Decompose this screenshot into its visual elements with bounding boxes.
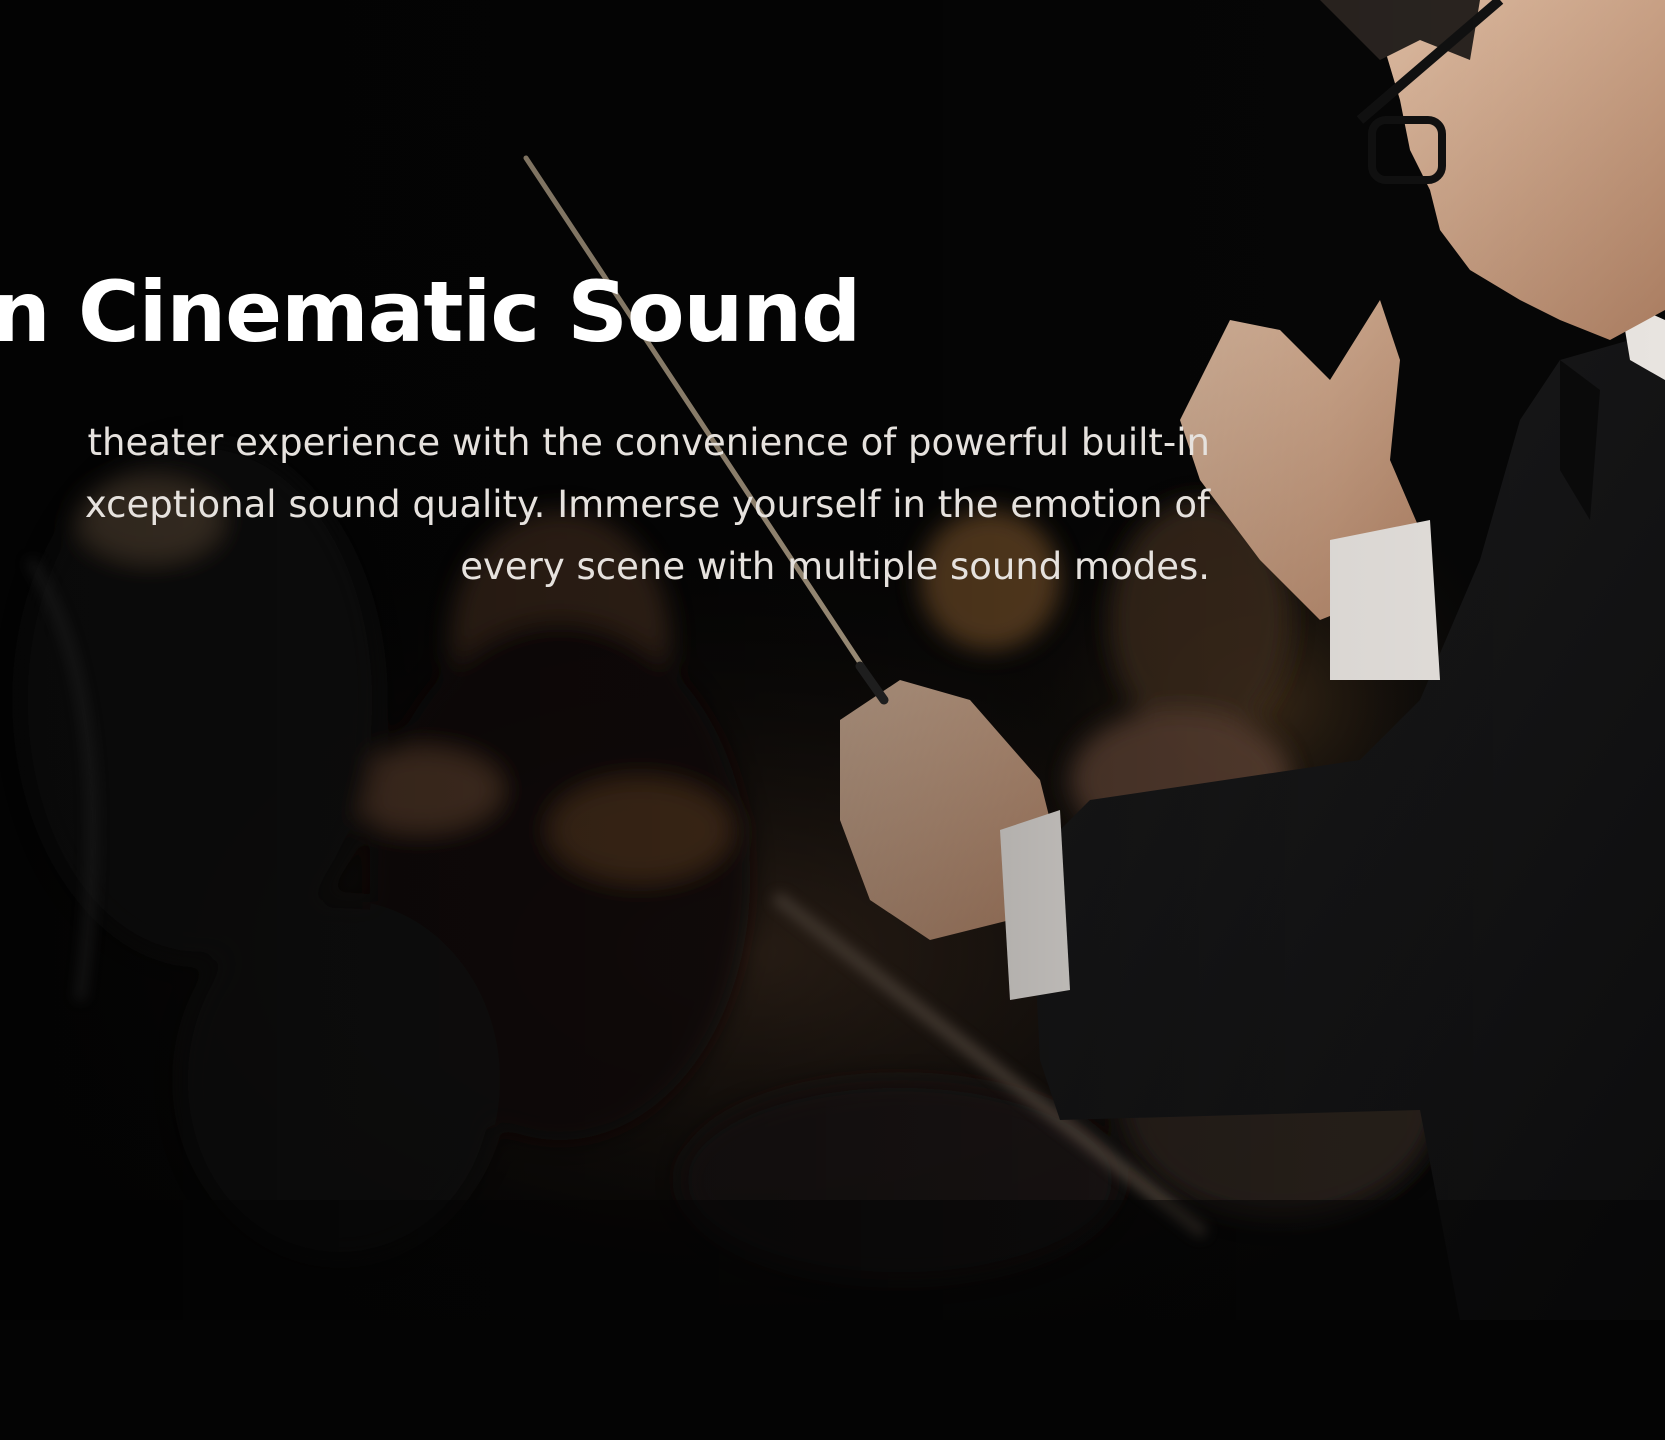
hero-description-line: theater experience with the convenience … (87, 421, 1210, 464)
hero-headline: k in Cinematic Sound (0, 263, 861, 361)
section-bottom-spacer (0, 1320, 1665, 1440)
hero-description-line: every scene with multiple sound modes. (460, 545, 1210, 588)
hero-description-line: xceptional sound quality. Immerse yourse… (84, 483, 1210, 526)
hero-description: theater experience with the convenience … (0, 412, 1210, 598)
hero-banner: k in Cinematic Sound theater experience … (0, 0, 1665, 1320)
image-darkening-overlay (0, 0, 1665, 1320)
